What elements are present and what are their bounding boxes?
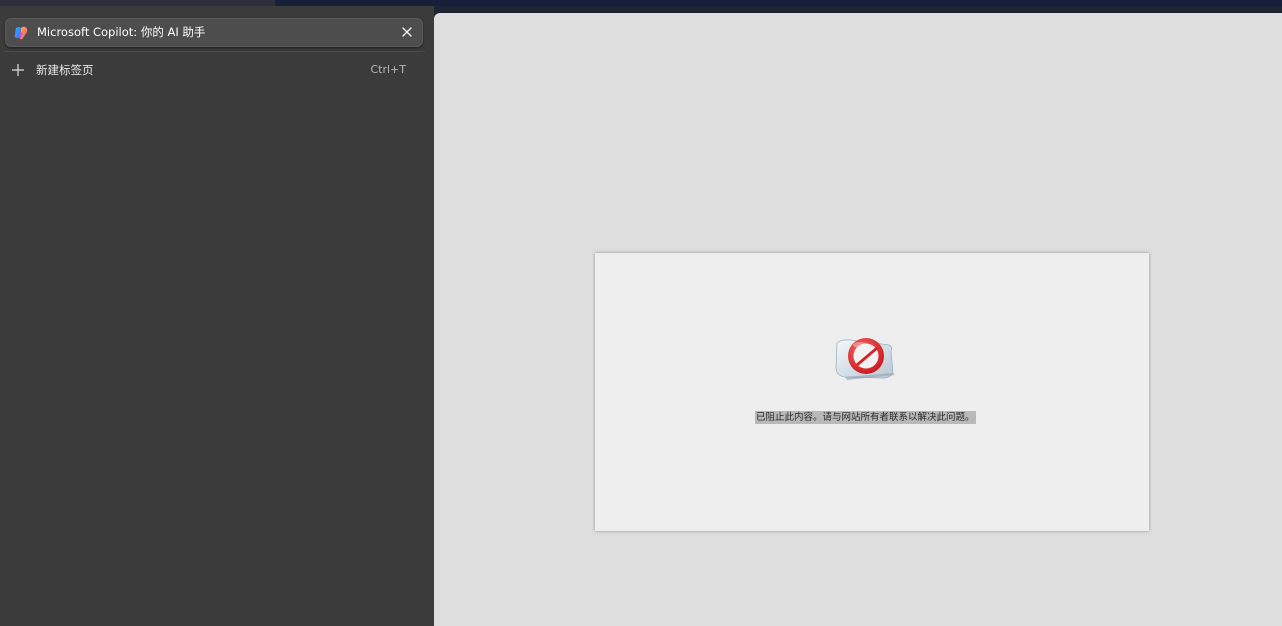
tab-title: Microsoft Copilot: 你的 AI 助手	[37, 25, 206, 39]
tab-divider	[5, 51, 425, 52]
close-icon[interactable]	[399, 24, 415, 40]
browser-window: Microsoft Copilot: 你的 AI 助手 新建标签页 Ctrl+T	[0, 0, 1282, 626]
blocked-message: 已阻止此内容。请与网站所有者联系以解决此问题。	[755, 411, 976, 424]
new-tab-label: 新建标签页	[36, 63, 94, 77]
blocked-content-frame: 已阻止此内容。请与网站所有者联系以解决此问题。	[595, 253, 1149, 531]
vertical-tabs-sidebar: Microsoft Copilot: 你的 AI 助手 新建标签页 Ctrl+T	[0, 6, 434, 626]
blocked-icon	[831, 331, 901, 387]
plus-icon	[11, 62, 25, 76]
page-content: 已阻止此内容。请与网站所有者联系以解决此问题。	[434, 13, 1282, 626]
new-tab-shortcut: Ctrl+T	[370, 63, 406, 76]
copilot-icon	[13, 25, 29, 41]
tab-copilot[interactable]: Microsoft Copilot: 你的 AI 助手	[5, 18, 423, 47]
new-tab-button[interactable]: 新建标签页 Ctrl+T	[5, 58, 423, 82]
